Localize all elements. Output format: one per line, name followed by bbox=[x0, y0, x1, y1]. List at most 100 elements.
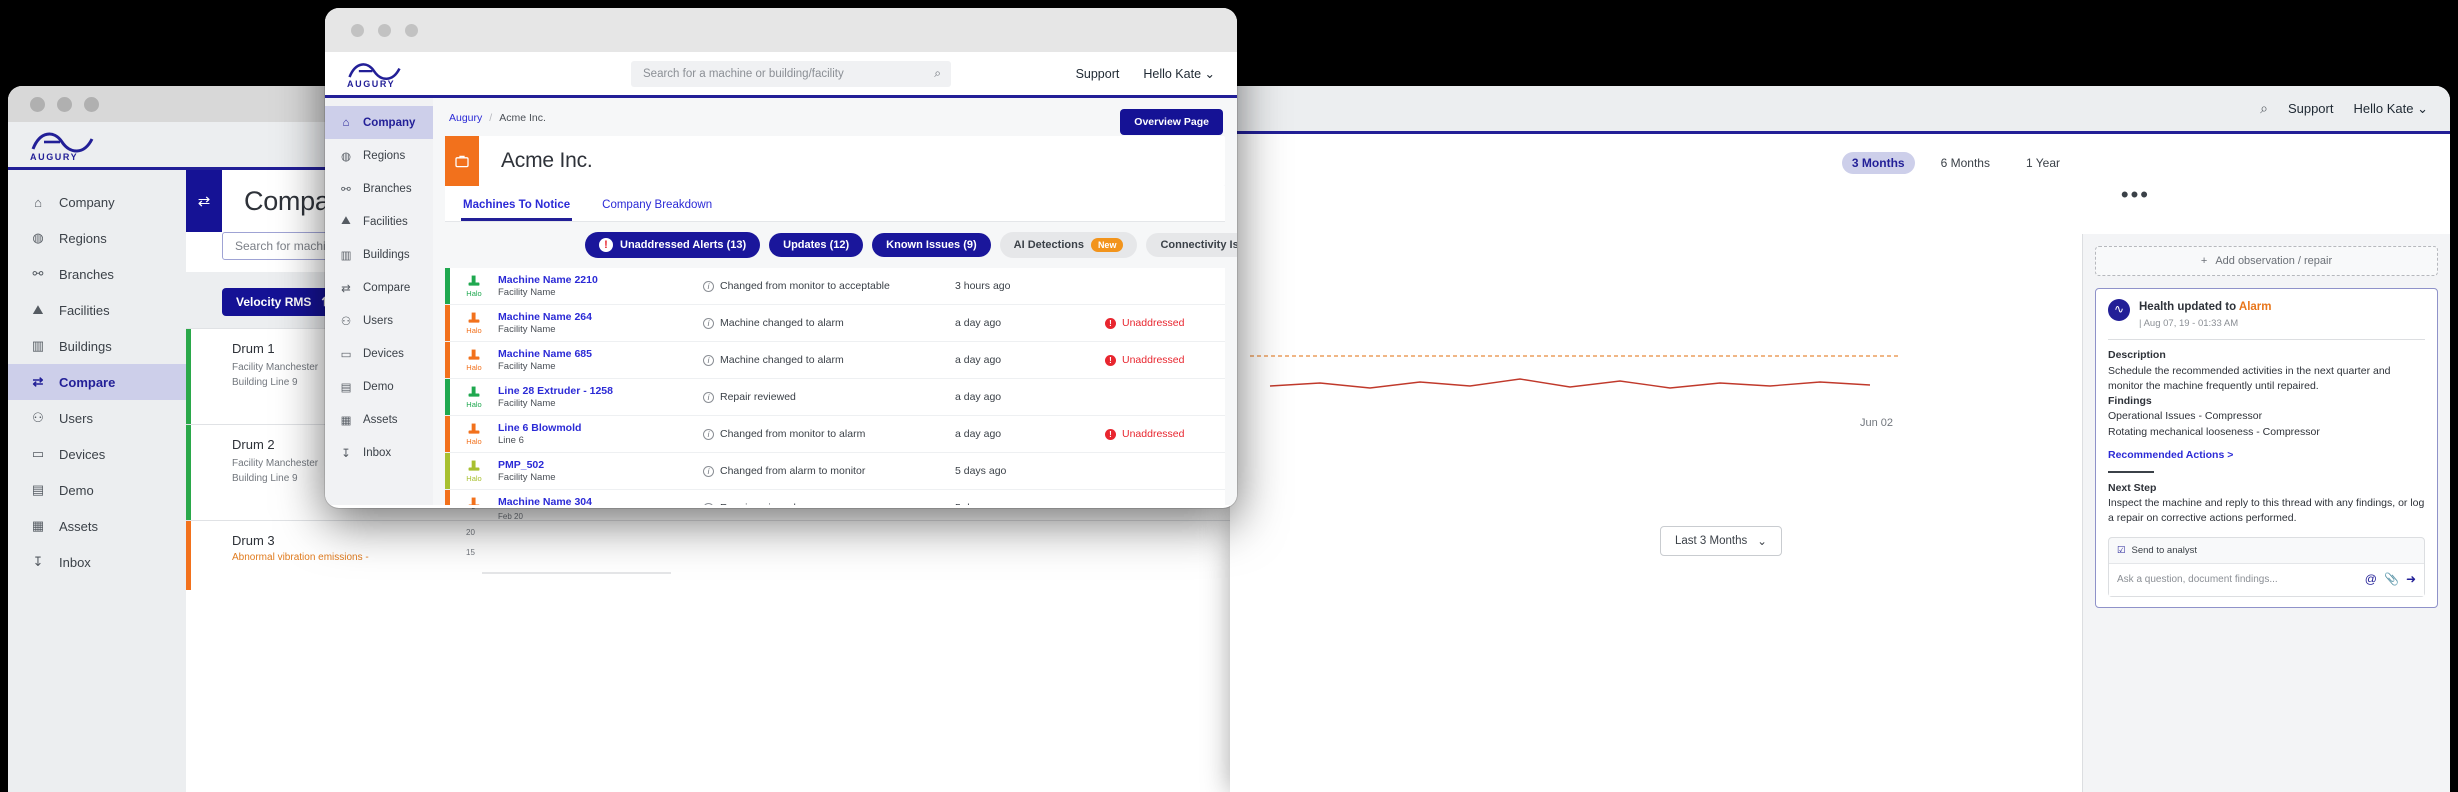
event-cell: i Changed from monitor to acceptable bbox=[693, 280, 955, 292]
chip-ai-detections[interactable]: AI Detections New bbox=[999, 232, 1138, 258]
maximize-window-dot[interactable] bbox=[405, 23, 418, 37]
observation-title: Health updated to Alarm bbox=[2139, 299, 2272, 316]
sidebar-item-buildings[interactable]: ▥ Buildings bbox=[325, 238, 433, 271]
compare-side-tab[interactable]: ⇄ bbox=[186, 170, 222, 232]
attachment-icon[interactable]: 📎 bbox=[2384, 571, 2399, 588]
add-observation-button[interactable]: + Add observation / repair bbox=[2095, 246, 2438, 276]
global-search-placeholder: Search for a machine or building/facilit… bbox=[643, 67, 844, 80]
sidebar-item-compare[interactable]: ⇄ Compare bbox=[8, 364, 186, 400]
sidebar-item-buildings[interactable]: ▥ Buildings bbox=[8, 328, 186, 364]
machine-name-link[interactable]: Machine Name 2210 bbox=[498, 273, 693, 287]
compare-icon: ⇄ bbox=[32, 374, 44, 389]
send-to-analyst-row[interactable]: ☑ Send to analyst bbox=[2109, 538, 2424, 564]
recommended-actions-link[interactable]: Recommended Actions > bbox=[2108, 448, 2425, 463]
global-search-input[interactable]: Search for a machine or building/facilit… bbox=[631, 60, 951, 87]
inbox-icon: ↧ bbox=[341, 447, 351, 460]
sidebar-item-regions[interactable]: ◍ Regions bbox=[325, 139, 433, 172]
trend-chart-drum-3: 20 15 bbox=[446, 521, 686, 581]
breadcrumb-root[interactable]: Augury bbox=[449, 112, 482, 124]
machine-name-link[interactable]: Machine Name 264 bbox=[498, 310, 693, 324]
sidebar-item-compare[interactable]: ⇄ Compare bbox=[325, 271, 433, 304]
halo-device-icon bbox=[466, 274, 482, 288]
search-icon[interactable]: ⌕ bbox=[934, 66, 941, 81]
metric-select-label: Velocity RMS bbox=[236, 295, 312, 309]
tab-company-breakdown[interactable]: Company Breakdown bbox=[600, 186, 714, 221]
assets-icon: ▦ bbox=[340, 414, 352, 427]
foreground-header-links: Support Hello Kate ⌄ bbox=[1076, 66, 1215, 82]
search-icon[interactable]: ⌕ bbox=[2260, 100, 2268, 117]
event-text: Repair reviewed bbox=[720, 502, 796, 505]
sidebar-item-demo[interactable]: ▤ Demo bbox=[8, 472, 186, 508]
factory-icon: ⛰ bbox=[341, 215, 351, 227]
account-menu[interactable]: Hello Kate ⌄ bbox=[1143, 66, 1215, 81]
overview-page-button[interactable]: Overview Page bbox=[1120, 109, 1223, 135]
chip-known-issues[interactable]: Known Issues (9) bbox=[872, 233, 991, 257]
machine-name-link[interactable]: PMP_502 bbox=[498, 458, 693, 472]
minimize-window-dot[interactable] bbox=[57, 96, 72, 112]
minimize-window-dot[interactable] bbox=[378, 23, 391, 37]
observation-composer: ☑ Send to analyst Ask a question, docume… bbox=[2108, 536, 2425, 597]
table-row[interactable]: Halo Machine Name 685 Facility Name i Ma… bbox=[445, 342, 1225, 379]
tab-machines-to-notice[interactable]: Machines To Notice bbox=[461, 186, 573, 221]
main-sidebar: ⌂ Company ◍ Regions ⚯ Branches ⛰ Facilit… bbox=[325, 98, 433, 505]
timestamp: a day ago bbox=[955, 317, 1002, 329]
table-row[interactable]: Halo Line 28 Extruder - 1258 Facility Na… bbox=[445, 379, 1225, 416]
machine-cell: Machine Name 685 Facility Name bbox=[498, 347, 693, 374]
support-link[interactable]: Support bbox=[1076, 67, 1120, 81]
augury-wordmark: AUGURY bbox=[347, 78, 396, 89]
page-title: Acme Inc. bbox=[501, 149, 593, 172]
sidebar-item-assets[interactable]: ▦ Assets bbox=[325, 403, 433, 436]
machine-name-link[interactable]: Line 6 Blowmold bbox=[498, 421, 693, 435]
sidebar-item-branches[interactable]: ⚯ Branches bbox=[8, 256, 186, 292]
machine-name-link[interactable]: Machine Name 304 bbox=[498, 495, 693, 506]
background-right-account-menu[interactable]: Hello Kate ⌄ bbox=[2353, 101, 2428, 117]
health-color-bar bbox=[186, 521, 191, 590]
close-window-dot[interactable] bbox=[30, 96, 45, 112]
range-1-year[interactable]: 1 Year bbox=[2016, 152, 2070, 174]
background-right-support-link[interactable]: Support bbox=[2288, 101, 2334, 116]
range-dropdown[interactable]: Last 3 Months ⌄ bbox=[1660, 526, 1782, 556]
sidebar-item-company[interactable]: ⌂ Company bbox=[325, 106, 433, 139]
sidebar-item-company[interactable]: ⌂ Company bbox=[8, 184, 186, 220]
chip-connectivity-issues[interactable]: Connectivity Issues bbox=[1146, 233, 1237, 257]
observation-title-prefix: Health updated to bbox=[2139, 301, 2239, 313]
chip-updates[interactable]: Updates (12) bbox=[769, 233, 864, 257]
sidebar-item-devices[interactable]: ▭ Devices bbox=[325, 337, 433, 370]
checkbox-checked-icon[interactable]: ☑ bbox=[2117, 544, 2126, 558]
sidebar-item-branches[interactable]: ⚯ Branches bbox=[325, 172, 433, 205]
close-window-dot[interactable] bbox=[351, 23, 364, 37]
sidebar-item-label: Assets bbox=[59, 518, 99, 534]
machine-name-link[interactable]: Machine Name 685 bbox=[498, 347, 693, 361]
facility-name: Facility Name bbox=[498, 471, 556, 483]
table-row[interactable]: Halo Line 6 Blowmold Line 6 i Changed fr… bbox=[445, 416, 1225, 453]
sidebar-item-assets[interactable]: ▦ Assets bbox=[8, 508, 186, 544]
users-icon: ⚇ bbox=[340, 315, 352, 328]
maximize-window-dot[interactable] bbox=[84, 96, 99, 112]
sidebar-item-inbox[interactable]: ↧ Inbox bbox=[8, 544, 186, 580]
augury-logo[interactable]: AUGURY bbox=[30, 128, 108, 162]
sidebar-item-facilities[interactable]: ⛰ Facilities bbox=[325, 205, 433, 238]
machine-name-link[interactable]: Line 28 Extruder - 1258 bbox=[498, 384, 693, 398]
machine-cell: Line 28 Extruder - 1258 Facility Name bbox=[498, 384, 693, 411]
more-options-icon[interactable]: ••• bbox=[2121, 182, 2150, 208]
composer-input[interactable]: Ask a question, document findings... @ 📎… bbox=[2109, 563, 2424, 596]
sidebar-item-devices[interactable]: ▭ Devices bbox=[8, 436, 186, 472]
range-3-months[interactable]: 3 Months bbox=[1841, 152, 1915, 174]
sidebar-item-inbox[interactable]: ↧ Inbox bbox=[325, 436, 433, 469]
table-row[interactable]: Halo PMP_502 Facility Name i Changed fro… bbox=[445, 453, 1225, 490]
mention-icon[interactable]: @ bbox=[2365, 571, 2377, 588]
send-icon[interactable]: ➜ bbox=[2406, 571, 2416, 588]
table-row[interactable]: Halo Machine Name 304 Facility Name i Re… bbox=[445, 490, 1225, 505]
sidebar-item-users[interactable]: ⚇ Users bbox=[8, 400, 186, 436]
range-6-months[interactable]: 6 Months bbox=[1931, 152, 2000, 174]
table-row[interactable]: Halo Machine Name 264 Facility Name i Ma… bbox=[445, 305, 1225, 342]
sidebar-item-users[interactable]: ⚇ Users bbox=[325, 304, 433, 337]
chip-unaddressed-alerts[interactable]: ! Unaddressed Alerts (13) bbox=[585, 232, 761, 258]
table-row[interactable]: Halo Machine Name 2210 Facility Name i C… bbox=[445, 268, 1225, 305]
augury-logo[interactable]: AUGURY bbox=[347, 59, 413, 89]
sidebar-item-demo[interactable]: ▤ Demo bbox=[325, 370, 433, 403]
background-window-right-section: ⌕ Support Hello Kate ⌄ ••• 3 Months 6 Mo… bbox=[1230, 86, 2450, 792]
sidebar-item-facilities[interactable]: ⛰ Facilities bbox=[8, 292, 186, 328]
chevron-down-icon: ⌄ bbox=[1204, 67, 1215, 81]
sidebar-item-regions[interactable]: ◍ Regions bbox=[8, 220, 186, 256]
